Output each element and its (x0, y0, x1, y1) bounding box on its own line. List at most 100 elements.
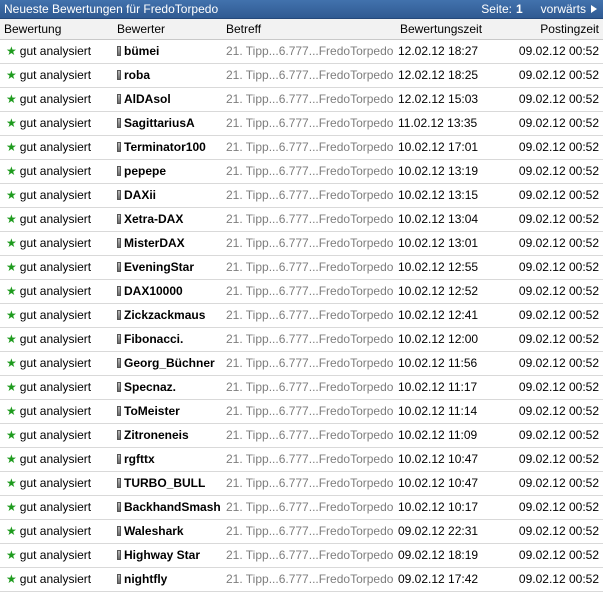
subject-cell: 21. Tipp...6.777...FredoTorpedo (222, 495, 396, 520)
user-status-icon (117, 214, 121, 224)
rating-label: gut analysiert (19, 380, 92, 394)
posting-time: 09.02.12 00:52 (496, 39, 603, 64)
subject-link[interactable]: 21. Tipp...6.777...FredoTorpedo (226, 140, 393, 154)
subject-link[interactable]: 21. Tipp...6.777...FredoTorpedo (226, 44, 393, 58)
star-icon: ★ (6, 164, 17, 178)
rating-time: 10.02.12 11:56 (396, 351, 496, 376)
rater-link[interactable]: Zickzackmaus (124, 308, 205, 322)
rating-cell: ★ gut analysiert (0, 495, 113, 520)
table-row: ★ gut analysiert Xetra-DAX 21. Tipp...6.777… (0, 207, 603, 232)
subject-cell: 21. Tipp...6.777...FredoTorpedo (222, 375, 396, 400)
subject-link[interactable]: 21. Tipp...6.777...FredoTorpedo (226, 332, 393, 346)
user-status-icon (117, 406, 121, 416)
rater-link[interactable]: DAXii (124, 188, 156, 202)
rater-link[interactable]: TURBO_BULL (124, 476, 205, 490)
subject-link[interactable]: 21. Tipp...6.777...FredoTorpedo (226, 356, 393, 370)
table-row: ★ gut analysiert EveningStar 21. Tipp...6.7… (0, 255, 603, 280)
rater-cell: nightfly (113, 567, 222, 592)
subject-link[interactable]: 21. Tipp...6.777...FredoTorpedo (226, 116, 393, 130)
star-icon: ★ (6, 572, 17, 586)
rating-label: gut analysiert (19, 116, 92, 130)
rater-link[interactable]: SagittariusA (124, 116, 195, 130)
subject-link[interactable]: 21. Tipp...6.777...FredoTorpedo (226, 548, 393, 562)
posting-time: 09.02.12 00:52 (496, 231, 603, 256)
subject-link[interactable]: 21. Tipp...6.777...FredoTorpedo (226, 452, 393, 466)
rating-label: gut analysiert (19, 428, 92, 442)
rater-link[interactable]: MisterDAX (124, 236, 185, 250)
rater-link[interactable]: roba (124, 68, 150, 82)
table-row: ★ gut analysiert Zickzackmaus 21. Tipp...6.… (0, 303, 603, 328)
rater-link[interactable]: bümei (124, 44, 159, 58)
rater-link[interactable]: Georg_Büchner (124, 356, 215, 370)
rating-cell: ★ gut analysiert (0, 447, 113, 472)
rater-link[interactable]: AlDAsol (124, 92, 171, 106)
rater-link[interactable]: Specnaz. (124, 380, 176, 394)
rating-time: 09.02.12 18:19 (396, 543, 496, 568)
rater-link[interactable]: EveningStar (124, 260, 194, 274)
rating-cell: ★ gut analysiert (0, 231, 113, 256)
posting-time: 09.02.12 00:52 (496, 399, 603, 424)
star-icon: ★ (6, 476, 17, 490)
column-header-rating-time: Bewertungszeit (396, 19, 496, 40)
rater-link[interactable]: Waleshark (124, 524, 184, 538)
column-header-subject: Betreff (222, 19, 396, 40)
rater-link[interactable]: Terminator100 (124, 140, 206, 154)
posting-time: 09.02.12 00:52 (496, 543, 603, 568)
posting-time: 09.02.12 00:52 (496, 351, 603, 376)
subject-link[interactable]: 21. Tipp...6.777...FredoTorpedo (226, 236, 393, 250)
rater-link[interactable]: Highway Star (124, 548, 200, 562)
table-row: ★ gut analysiert DAX10000 21. Tipp...6.777.… (0, 279, 603, 304)
subject-cell: 21. Tipp...6.777...FredoTorpedo (222, 279, 396, 304)
rating-time: 10.02.12 11:17 (396, 375, 496, 400)
posting-time: 09.02.12 00:52 (496, 303, 603, 328)
rater-link[interactable]: Zitroneneis (124, 428, 189, 442)
subject-cell: 21. Tipp...6.777...FredoTorpedo (222, 447, 396, 472)
star-icon: ★ (6, 500, 17, 514)
subject-link[interactable]: 21. Tipp...6.777...FredoTorpedo (226, 164, 393, 178)
subject-link[interactable]: 21. Tipp...6.777...FredoTorpedo (226, 212, 393, 226)
subject-cell: 21. Tipp...6.777...FredoTorpedo (222, 399, 396, 424)
subject-link[interactable]: 21. Tipp...6.777...FredoTorpedo (226, 68, 393, 82)
rater-link[interactable]: Xetra-DAX (124, 212, 183, 226)
rating-cell: ★ gut analysiert (0, 567, 113, 592)
next-page-label: vorwärts (540, 2, 586, 16)
subject-link[interactable]: 21. Tipp...6.777...FredoTorpedo (226, 428, 393, 442)
subject-link[interactable]: 21. Tipp...6.777...FredoTorpedo (226, 284, 393, 298)
subject-link[interactable]: 21. Tipp...6.777...FredoTorpedo (226, 260, 393, 274)
rating-label: gut analysiert (19, 476, 92, 490)
ratings-panel: Neueste Bewertungen für FredoTorpedo Sei… (0, 0, 603, 592)
rater-link[interactable]: ToMeister (124, 404, 180, 418)
subject-link[interactable]: 21. Tipp...6.777...FredoTorpedo (226, 572, 393, 586)
star-icon: ★ (6, 548, 17, 562)
user-status-icon (117, 430, 121, 440)
next-page-button[interactable]: vorwärts (541, 2, 599, 16)
subject-link[interactable]: 21. Tipp...6.777...FredoTorpedo (226, 188, 393, 202)
posting-time: 09.02.12 00:52 (496, 135, 603, 160)
rater-cell: Zitroneneis (113, 423, 222, 448)
subject-link[interactable]: 21. Tipp...6.777...FredoTorpedo (226, 524, 393, 538)
posting-time: 09.02.12 00:52 (496, 423, 603, 448)
column-header-rater: Bewerter (113, 19, 222, 40)
subject-cell: 21. Tipp...6.777...FredoTorpedo (222, 519, 396, 544)
rater-link[interactable]: DAX10000 (124, 284, 183, 298)
rater-link[interactable]: BackhandSmash (124, 500, 221, 514)
subject-link[interactable]: 21. Tipp...6.777...FredoTorpedo (226, 500, 393, 514)
subject-link[interactable]: 21. Tipp...6.777...FredoTorpedo (226, 476, 393, 490)
posting-time: 09.02.12 00:52 (496, 519, 603, 544)
subject-link[interactable]: 21. Tipp...6.777...FredoTorpedo (226, 404, 393, 418)
rater-link[interactable]: Fibonacci. (124, 332, 183, 346)
subject-link[interactable]: 21. Tipp...6.777...FredoTorpedo (226, 92, 393, 106)
subject-cell: 21. Tipp...6.777...FredoTorpedo (222, 543, 396, 568)
rating-time: 12.02.12 18:25 (396, 63, 496, 88)
subject-cell: 21. Tipp...6.777...FredoTorpedo (222, 63, 396, 88)
rater-link[interactable]: nightfly (124, 572, 167, 586)
subject-link[interactable]: 21. Tipp...6.777...FredoTorpedo (226, 380, 393, 394)
rater-cell: ToMeister (113, 399, 222, 424)
user-status-icon (117, 454, 121, 464)
rater-link[interactable]: pepepe (124, 164, 166, 178)
posting-time: 09.02.12 00:52 (496, 327, 603, 352)
subject-link[interactable]: 21. Tipp...6.777...FredoTorpedo (226, 308, 393, 322)
star-icon: ★ (6, 284, 17, 298)
rater-link[interactable]: rgfttx (124, 452, 155, 466)
rating-time: 10.02.12 12:55 (396, 255, 496, 280)
